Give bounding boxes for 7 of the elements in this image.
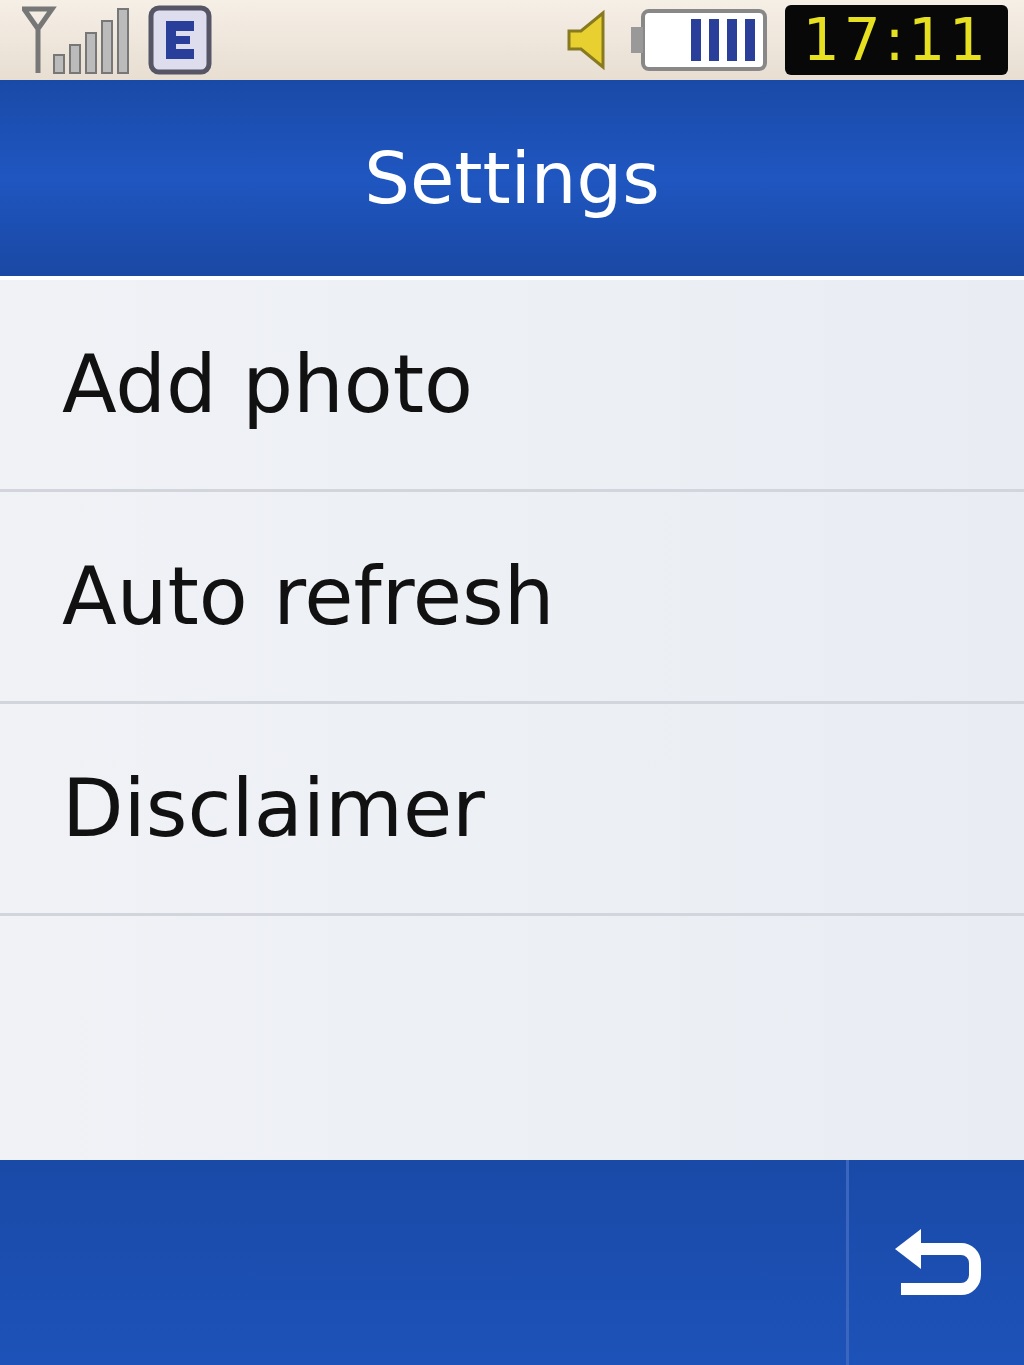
- network-type-icon: [148, 5, 212, 75]
- menu-item[interactable]: Add photo: [0, 280, 1024, 492]
- signal-icon: [22, 5, 132, 75]
- menu-item[interactable]: Auto refresh: [0, 492, 1024, 704]
- screen-title: Settings: [364, 136, 660, 220]
- clock: 17:11: [784, 5, 1008, 75]
- menu-item[interactable]: Disclaimer: [0, 704, 1024, 916]
